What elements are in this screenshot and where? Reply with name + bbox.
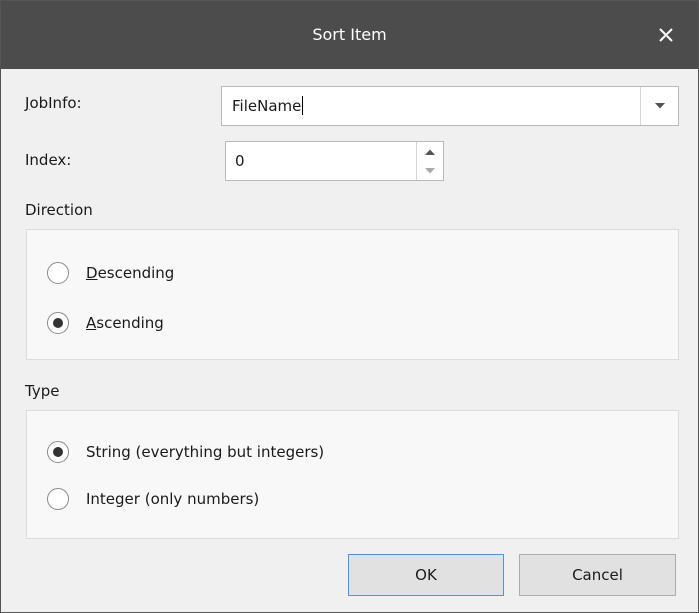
jobinfo-combobox[interactable]: FileName [221,86,679,126]
text-caret [302,96,304,115]
jobinfo-label: JobInfo: [25,94,82,112]
index-increment-button[interactable] [417,142,443,161]
integer-label: Integer (only numbers) [86,490,260,508]
descending-radio[interactable] [47,262,69,284]
descending-mnemonic: D [86,264,98,282]
spin-up-icon [425,149,435,155]
ascending-radio[interactable] [47,312,69,334]
close-button[interactable] [646,15,686,55]
descending-label-text: escending [97,264,175,282]
index-value[interactable]: 0 [235,142,245,180]
title-bar[interactable]: Sort Item [1,1,698,69]
type-section-label: Type [25,382,60,400]
jobinfo-input[interactable]: FileName [232,87,304,125]
jobinfo-value: FileName [232,97,302,115]
string-radio[interactable] [47,441,69,463]
integer-radio[interactable] [47,488,69,510]
ascending-label: Ascending [86,314,164,332]
type-group: String (everything but integers) Integer… [26,410,679,539]
chevron-down-icon [654,103,665,109]
spin-down-icon [425,167,435,173]
type-string-option[interactable]: String (everything but integers) [47,437,324,467]
ascending-label-text: scending [96,314,164,332]
jobinfo-label-text: obInfo: [29,94,82,112]
type-integer-option[interactable]: Integer (only numbers) [47,484,259,514]
index-spin-buttons [416,142,443,180]
descending-label: Descending [86,264,174,282]
dialog-title: Sort Item [312,25,387,44]
close-icon [659,28,673,42]
index-spinbox[interactable]: 0 [225,141,444,181]
jobinfo-dropdown-button[interactable] [640,87,678,125]
direction-ascending-option[interactable]: Ascending [47,308,164,338]
index-label: Index: [25,151,72,169]
direction-group: Descending Ascending [26,229,679,360]
sort-item-dialog: Sort Item JobInfo: FileName Index: 0 Dir… [0,0,699,613]
ok-button[interactable]: OK [348,554,504,596]
cancel-button[interactable]: Cancel [519,554,676,596]
index-decrement-button[interactable] [417,161,443,180]
string-label: String (everything but integers) [86,443,325,461]
direction-descending-option[interactable]: Descending [47,258,174,288]
ascending-mnemonic: A [86,314,97,332]
direction-section-label: Direction [25,201,93,219]
